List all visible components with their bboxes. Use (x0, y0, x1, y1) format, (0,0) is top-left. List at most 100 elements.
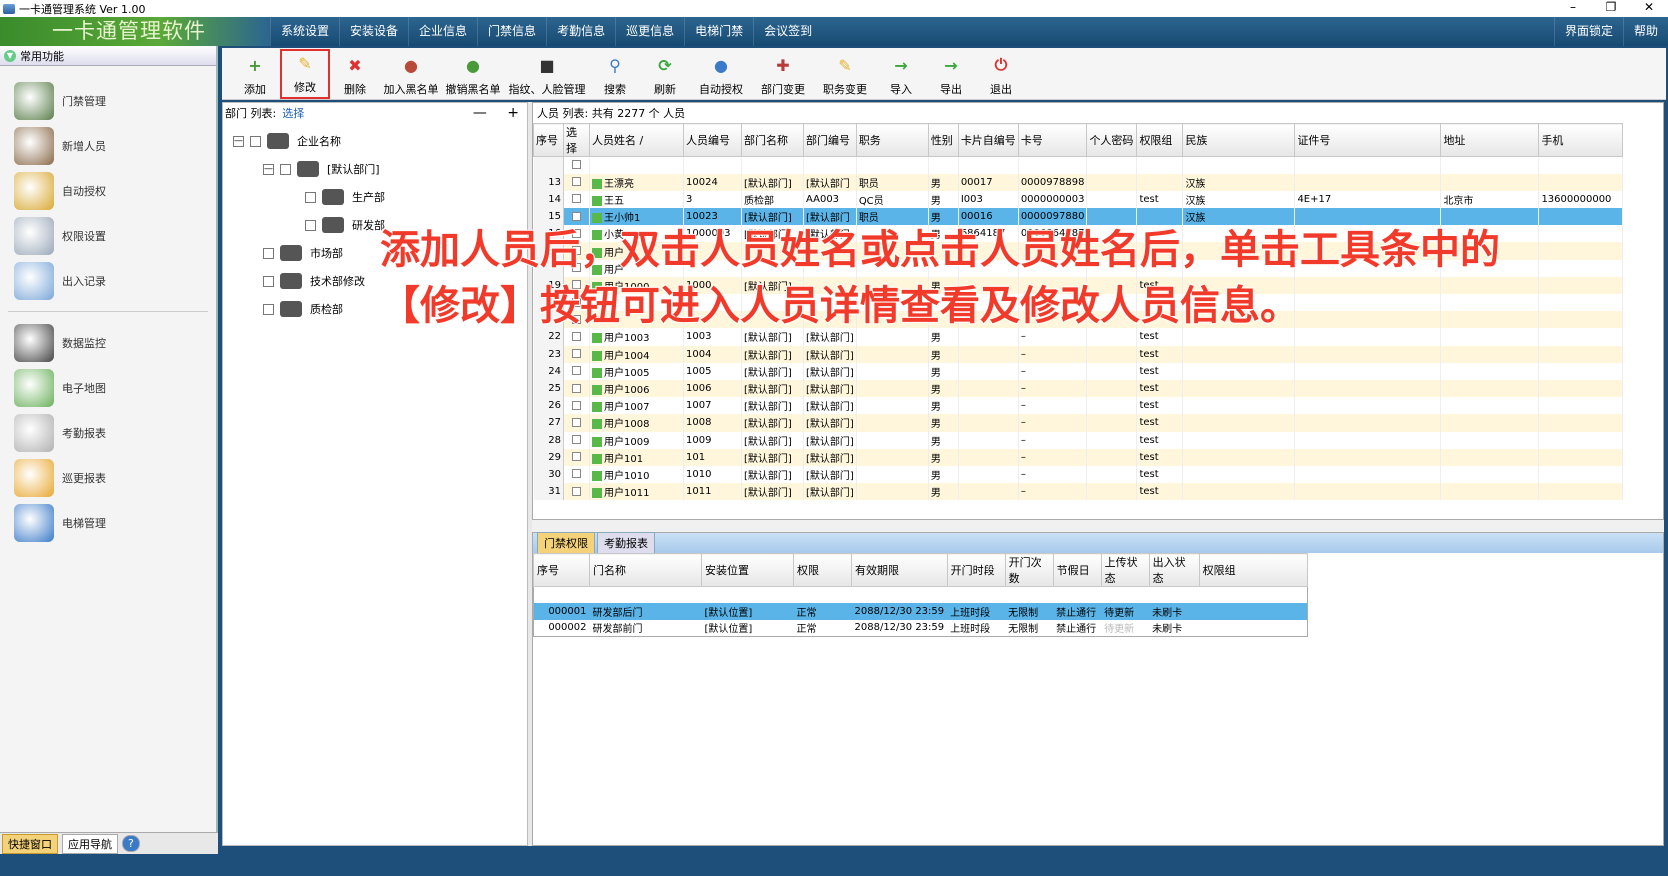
column-header[interactable]: 手机 (1538, 123, 1624, 157)
column-header[interactable]: 证件号 (1294, 123, 1442, 157)
table-row[interactable]: 30 用户1010 1010 [默认部门] [默认部门] 男 – test (533, 465, 1624, 484)
tree-expander[interactable]: — (263, 163, 274, 175)
row-checkbox[interactable] (572, 160, 581, 170)
menu-item[interactable]: 安装设备 (339, 17, 408, 46)
toolbar-button-blacklist-remove[interactable]: ● 撤销黑名单 (442, 49, 504, 99)
table-row[interactable]: 31 用户1011 1011 [默认部门] [默认部门] 男 – test (533, 483, 1624, 501)
restore-button[interactable]: ❐ (1592, 0, 1630, 17)
quick-function-item[interactable]: 新增人员 (14, 123, 216, 168)
table-row[interactable]: 28 用户1009 1009 [默认部门] [默认部门] 男 – test (533, 431, 1624, 449)
row-checkbox[interactable] (572, 349, 581, 359)
toolbar-button-blacklist-add[interactable]: ● 加入黑名单 (380, 49, 442, 99)
person-name[interactable]: 用户1004 (604, 351, 649, 362)
quick-function-item[interactable]: 出入记录 (14, 258, 216, 303)
tree-checkbox[interactable] (305, 219, 316, 231)
tree-checkbox[interactable] (280, 163, 291, 175)
menu-item[interactable]: 企业信息 (408, 17, 477, 46)
column-header[interactable]: 个人密码 (1086, 123, 1138, 157)
row-checkbox[interactable] (572, 469, 581, 479)
quick-function-item[interactable]: 巡更报表 (14, 455, 216, 500)
quick-function-item[interactable]: 电梯管理 (14, 500, 216, 545)
toolbar-button-export[interactable]: → 导出 (926, 49, 976, 99)
tab-door-permission[interactable]: 门禁权限 (537, 532, 595, 553)
row-checkbox[interactable] (572, 400, 581, 410)
column-header[interactable]: 出入状态 (1148, 553, 1200, 587)
row-checkbox[interactable] (572, 211, 581, 221)
column-header[interactable]: 卡号 (1017, 123, 1088, 157)
horizontal-splitter[interactable] (532, 520, 1664, 532)
person-name[interactable]: 用户1005 (604, 368, 649, 379)
row-checkbox[interactable] (572, 194, 581, 204)
table-row[interactable]: 29 用户101 101 [默认部门] [默认部门] 男 – test (533, 448, 1624, 466)
menu-item[interactable]: 门禁信息 (477, 17, 546, 46)
row-checkbox[interactable] (572, 452, 581, 462)
toolbar-button-refresh[interactable]: ⟳ 刷新 (640, 49, 690, 99)
column-header[interactable]: 开门次数 (1004, 553, 1054, 587)
row-checkbox[interactable] (572, 383, 581, 393)
row-checkbox[interactable] (572, 435, 581, 445)
quick-function-item[interactable]: 数据监控 (14, 320, 216, 365)
column-header[interactable]: 人员姓名 / (589, 123, 684, 157)
column-header[interactable]: 职务 (855, 123, 929, 157)
toolbar-button-edit-pencil[interactable]: ✎ 修改 (280, 49, 330, 99)
column-header[interactable]: 节假日 (1052, 553, 1102, 587)
column-header[interactable]: 地址 (1440, 123, 1540, 157)
person-name[interactable]: 王五 (604, 196, 624, 207)
person-name[interactable]: 王漂亮 (604, 179, 634, 190)
column-header[interactable]: 权限 (793, 553, 852, 587)
toolbar-button-fingerprint[interactable]: ■ 指纹、人脸管理 (504, 49, 590, 99)
department-select-link[interactable]: 选择 (282, 105, 304, 121)
toolbar-button-delete[interactable]: ✖ 删除 (330, 49, 380, 99)
collapse-icon[interactable]: ▼ (4, 49, 16, 62)
collapse-all-button[interactable]: — (473, 105, 487, 121)
menu-item[interactable]: 系统设置 (270, 17, 339, 46)
tree-checkbox[interactable] (263, 303, 274, 315)
column-header[interactable]: 上传状态 (1100, 553, 1150, 587)
column-header[interactable]: 有效期限 (851, 553, 948, 587)
row-checkbox[interactable] (572, 417, 581, 427)
table-row[interactable]: 13 王漂亮 10024 [默认部门] [默认部门 职员男 00017 0000978898 汉… (533, 173, 1624, 191)
column-header[interactable]: 开门时段 (946, 553, 1006, 587)
person-name[interactable]: 用户1011 (604, 488, 649, 499)
column-header[interactable]: 安装位置 (701, 553, 794, 587)
quick-function-item[interactable]: 权限设置 (14, 213, 216, 258)
quick-function-item[interactable]: 电子地图 (14, 365, 216, 410)
row-checkbox[interactable] (572, 486, 581, 496)
menu-item[interactable]: 考勤信息 (546, 17, 615, 46)
tab-attendance-report[interactable]: 考勤报表 (597, 532, 655, 553)
toolbar-button-dept-change[interactable]: ✚ 部门变更 (752, 49, 814, 99)
row-checkbox[interactable] (572, 366, 581, 376)
toolbar-button-import[interactable]: → 导入 (876, 49, 926, 99)
toolbar-button-power[interactable]: ⏻ 退出 (976, 49, 1026, 99)
close-button[interactable]: ✕ (1630, 0, 1668, 17)
minimize-button[interactable]: – (1554, 0, 1592, 17)
tree-checkbox[interactable] (263, 247, 274, 259)
tree-expander[interactable]: — (233, 135, 244, 147)
row-checkbox[interactable] (572, 177, 581, 187)
toolbar-button-job-change[interactable]: ✎ 职务变更 (814, 49, 876, 99)
tree-node-root[interactable]: — 企业名称 (233, 127, 527, 155)
column-header[interactable]: 序号 (533, 553, 590, 587)
toolbar-button-add-person[interactable]: + 添加 (230, 49, 280, 99)
column-header[interactable]: 序号 (533, 123, 564, 157)
person-name[interactable]: 用户101 (604, 454, 643, 465)
tree-node[interactable]: — [默认部门] (233, 155, 527, 183)
table-row[interactable] (533, 156, 1624, 174)
expand-all-button[interactable]: + (507, 105, 519, 121)
column-header[interactable]: 门名称 (589, 553, 702, 587)
menu-item[interactable]: 会议签到 (753, 17, 822, 46)
person-name[interactable]: 用户1010 (604, 471, 649, 482)
table-row[interactable]: 000001 研发部后门 [默认位置] 正常 2088/12/30 23:59 上班时段无… (533, 602, 1308, 620)
person-name[interactable]: 用户1003 (604, 333, 649, 344)
tree-checkbox[interactable] (250, 135, 261, 147)
column-header[interactable]: 民族 (1182, 123, 1296, 157)
column-header[interactable]: 部门编号 (803, 123, 857, 157)
tree-checkbox[interactable] (263, 275, 274, 287)
toolbar-button-auto-auth[interactable]: ● 自动授权 (690, 49, 752, 99)
column-header[interactable]: 人员编号 (683, 123, 742, 157)
table-row[interactable]: 24 用户1005 1005 [默认部门] [默认部门] 男 – test (533, 362, 1624, 380)
menu-item[interactable]: 巡更信息 (615, 17, 684, 46)
person-name[interactable]: 用户1008 (604, 419, 649, 430)
column-header[interactable]: 权限组 (1136, 123, 1184, 157)
toolbar-button-search[interactable]: ⚲ 搜索 (590, 49, 640, 99)
